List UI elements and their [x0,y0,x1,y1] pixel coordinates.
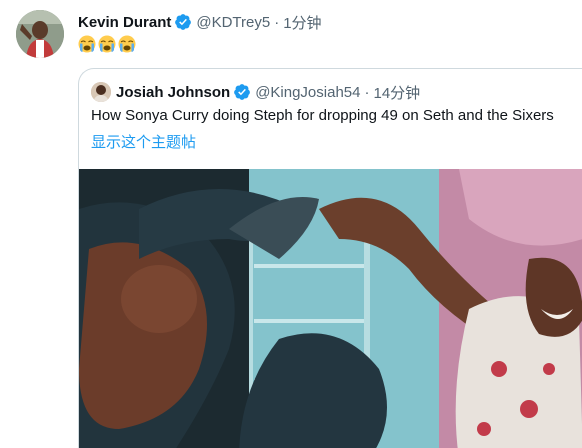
video-still-image [79,169,582,448]
quoted-tweet-text: How Sonya Curry doing Steph for dropping… [91,107,554,124]
quoted-tweet-media[interactable] [79,169,582,448]
separator-dot: · [274,13,280,31]
tweet-text [78,35,136,53]
quoted-tweet-header: Josiah Johnson @KingJosiah54 · 14分钟 [91,82,420,102]
author-handle[interactable]: @KDTrey5 [196,14,270,31]
tweet-timestamp[interactable]: 1分钟 [283,12,321,33]
separator-dot: · [364,83,370,101]
quoted-tweet-timestamp[interactable]: 14分钟 [373,82,420,103]
verified-badge-icon [174,13,192,31]
author-name[interactable]: Kevin Durant [78,14,171,31]
loudly-crying-face-icon [118,35,136,53]
show-thread-link[interactable]: 显示这个主题帖 [91,131,196,152]
quoted-tweet[interactable]: Josiah Johnson @KingJosiah54 · 14分钟 How … [78,68,582,448]
tweet-header: Kevin Durant @KDTrey5 · 1分钟 [78,12,322,32]
tweet[interactable]: Kevin Durant @KDTrey5 · 1分钟 Josiah Johns… [0,0,582,448]
quoted-author-name[interactable]: Josiah Johnson [116,84,230,101]
loudly-crying-face-icon [98,35,116,53]
loudly-crying-face-icon [78,35,96,53]
verified-badge-icon [233,83,251,101]
quoted-author-avatar[interactable] [91,82,111,102]
quoted-author-handle[interactable]: @KingJosiah54 [255,84,360,101]
author-avatar-image [16,10,64,58]
author-avatar[interactable] [16,10,64,58]
quoted-author-avatar-image [91,82,111,102]
